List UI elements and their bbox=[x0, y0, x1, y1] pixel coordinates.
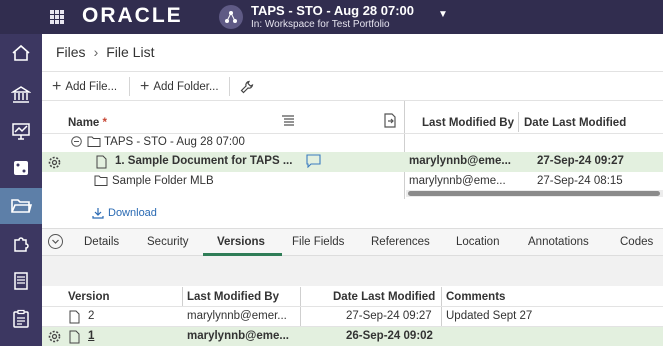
version-row[interactable]: 2 marylynnb@emer... 27-Sep-24 09:27 Upda… bbox=[42, 307, 663, 326]
breadcrumb: Files › File List bbox=[56, 44, 154, 60]
add-folder-button[interactable]: + Add Folder... bbox=[140, 72, 219, 101]
version-number[interactable]: 1 bbox=[88, 330, 94, 342]
tab-details[interactable]: Details bbox=[84, 236, 119, 248]
gear-icon[interactable] bbox=[48, 156, 61, 169]
folder-icon bbox=[94, 174, 108, 187]
app-grid-icon[interactable] bbox=[50, 10, 64, 24]
column-list-icon[interactable] bbox=[281, 114, 295, 128]
date-modified-column-header[interactable]: Date Last Modified bbox=[524, 117, 626, 129]
breadcrumb-current: File List bbox=[106, 44, 155, 60]
gear-icon[interactable] bbox=[48, 330, 61, 343]
date-cell: 27-Sep-24 08:15 bbox=[537, 175, 623, 187]
table-row[interactable]: Sample Folder MLB marylynnb@eme... 27-Se… bbox=[42, 172, 663, 190]
collapse-icon[interactable] bbox=[71, 136, 82, 147]
comment-icon[interactable] bbox=[306, 154, 321, 168]
download-link[interactable]: Download bbox=[92, 207, 157, 219]
versions-toolbar bbox=[42, 256, 663, 286]
download-icon bbox=[92, 208, 104, 219]
table-row[interactable]: 1. Sample Document for TAPS ... marylynn… bbox=[42, 152, 663, 172]
modified-by-cell: marylynnb@eme... bbox=[409, 175, 506, 187]
plus-icon: + bbox=[52, 77, 62, 95]
version-modified-by: marylynnb@emer... bbox=[187, 310, 287, 322]
tab-references[interactable]: References bbox=[371, 236, 430, 248]
modified-by-cell: marylynnb@eme... bbox=[409, 155, 511, 167]
name-column-header[interactable]: Name * bbox=[68, 117, 107, 129]
version-date-header[interactable]: Date Last Modified bbox=[333, 291, 435, 303]
folder-icon bbox=[87, 135, 101, 148]
version-date: 27-Sep-24 09:27 bbox=[346, 310, 432, 322]
table-row[interactable]: TAPS - STO - Aug 28 07:00 bbox=[42, 134, 663, 152]
file-name[interactable]: 1. Sample Document for TAPS ... bbox=[115, 155, 292, 167]
version-modified-by-header[interactable]: Last Modified By bbox=[187, 291, 279, 303]
wrench-button[interactable] bbox=[240, 72, 254, 101]
document-icon bbox=[69, 330, 80, 344]
version-date: 26-Sep-24 09:02 bbox=[346, 330, 433, 342]
wrench-icon bbox=[240, 80, 254, 93]
chevron-right-icon: › bbox=[93, 44, 99, 60]
chevron-down-icon bbox=[52, 239, 59, 244]
document-icon bbox=[96, 155, 107, 169]
tab-security[interactable]: Security bbox=[147, 236, 189, 248]
folder-icon[interactable] bbox=[0, 188, 42, 224]
top-bar: ORACLE TAPS - STO - Aug 28 07:00 In: Wor… bbox=[0, 0, 663, 34]
left-nav bbox=[0, 34, 42, 346]
workspace-icon bbox=[219, 5, 243, 29]
tab-annotations[interactable]: Annotations bbox=[528, 236, 589, 248]
collapse-panel-button[interactable] bbox=[48, 234, 63, 249]
tab-file-fields[interactable]: File Fields bbox=[292, 236, 344, 248]
puzzle-icon[interactable] bbox=[0, 227, 42, 261]
document-icon bbox=[69, 310, 80, 324]
add-file-button[interactable]: + Add File... bbox=[52, 72, 117, 101]
dice-icon[interactable] bbox=[0, 151, 42, 185]
home-icon[interactable] bbox=[0, 36, 42, 70]
chart-icon[interactable] bbox=[0, 114, 42, 148]
tab-versions[interactable]: Versions bbox=[217, 236, 265, 248]
chevron-down-icon[interactable]: ▼ bbox=[438, 9, 448, 20]
detail-tabs: Details Security Versions File Fields Re… bbox=[42, 228, 663, 256]
plus-icon: + bbox=[140, 77, 150, 95]
file-name[interactable]: Sample Folder MLB bbox=[112, 175, 214, 187]
files-toolbar: + Add File... + Add Folder... bbox=[42, 71, 663, 101]
document-icon[interactable] bbox=[0, 264, 42, 298]
report-icon[interactable] bbox=[0, 302, 42, 336]
horizontal-scrollbar-thumb[interactable] bbox=[408, 191, 660, 196]
tab-codes[interactable]: Codes bbox=[620, 236, 653, 248]
version-comment: Updated Sept 27 bbox=[446, 310, 533, 322]
bank-icon[interactable] bbox=[0, 78, 42, 112]
version-column-header[interactable]: Version bbox=[68, 291, 110, 303]
workspace-subtitle: In: Workspace for Test Portfolio bbox=[251, 19, 390, 30]
oracle-logo: ORACLE bbox=[82, 4, 183, 27]
breadcrumb-files[interactable]: Files bbox=[56, 44, 86, 60]
file-name[interactable]: TAPS - STO - Aug 28 07:00 bbox=[104, 136, 245, 148]
version-modified-by: marylynnb@eme... bbox=[187, 330, 289, 342]
export-icon[interactable] bbox=[383, 113, 397, 128]
modified-by-column-header[interactable]: Last Modified By bbox=[422, 117, 514, 129]
date-cell: 27-Sep-24 09:27 bbox=[537, 155, 624, 167]
version-number[interactable]: 2 bbox=[88, 310, 94, 322]
version-row[interactable]: 1 marylynnb@eme... 26-Sep-24 09:02 bbox=[42, 327, 663, 346]
workspace-title[interactable]: TAPS - STO - Aug 28 07:00 bbox=[251, 3, 414, 18]
version-comments-header[interactable]: Comments bbox=[446, 291, 505, 303]
tab-location[interactable]: Location bbox=[456, 236, 499, 248]
